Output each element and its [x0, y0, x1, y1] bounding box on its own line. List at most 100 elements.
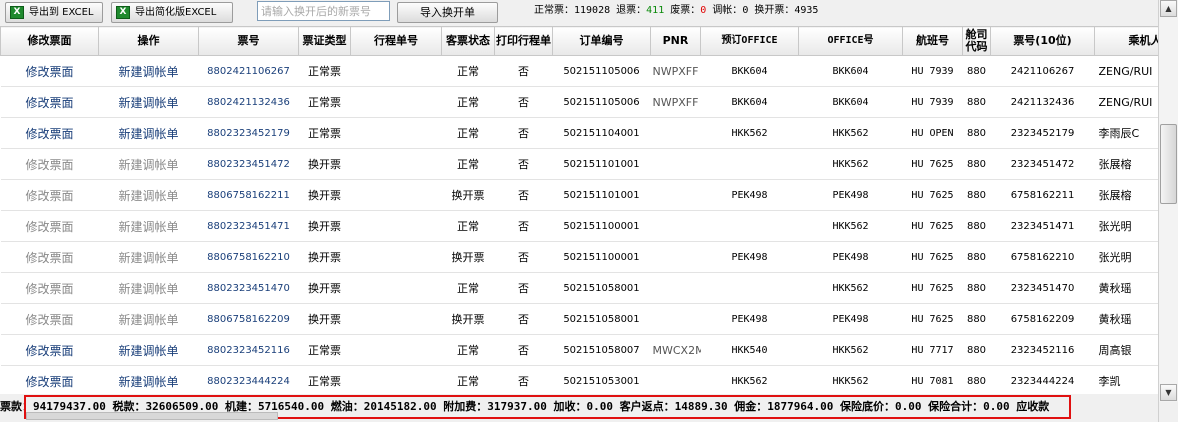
order-number-cell: 502151100001 [552, 210, 651, 242]
ticket-type-cell: 换开票 [298, 179, 351, 211]
booking-office-cell: HKK540 [700, 334, 799, 366]
ticket-number-cell[interactable]: 8802323452116 [198, 334, 299, 366]
table-row[interactable]: 修改票面 新建调帐单 8802421106267 正常票 正常否 502151105006… [0, 55, 1158, 87]
new-adjust-link[interactable]: 新建调帐单 [98, 179, 199, 211]
ticket-number-cell[interactable]: 8806758162210 [198, 241, 299, 273]
ticket-number-cell[interactable]: 8802323444224 [198, 365, 299, 394]
new-adjust-link[interactable]: 新建调帐单 [98, 272, 199, 304]
excel-icon: X [116, 6, 130, 19]
table-row[interactable]: 修改票面 新建调帐单 8802323451470 换开票 正常否 502151058001… [0, 272, 1158, 304]
scrollbar-corner [1159, 402, 1178, 422]
horizontal-scrollbar-thumb[interactable] [26, 412, 278, 420]
office-number-cell: HKK562 [798, 210, 903, 242]
carrier-code-cell: 880 [962, 117, 991, 149]
new-ticket-number-input[interactable] [257, 1, 390, 21]
import-exchange-button[interactable]: 导入换开单 [397, 2, 498, 23]
ticket-number-cell[interactable]: 8802421132436 [198, 86, 299, 118]
ticket-type-cell: 正常票 [298, 86, 351, 118]
booking-office-cell [700, 272, 799, 304]
ticket-status-cell: 正常 [441, 365, 495, 394]
flight-number-cell: HU 7081 [902, 365, 963, 394]
table-row[interactable]: 修改票面 新建调帐单 8806758162211 换开票 换开票否 50215110100… [0, 179, 1158, 211]
itinerary-number-cell [350, 334, 442, 366]
table-row[interactable]: 修改票面 新建调帐单 8806758162210 换开票 换开票否 50215110000… [0, 241, 1158, 273]
edit-ticket-link[interactable]: 修改票面 [0, 55, 99, 87]
order-number-cell: 502151105006 [552, 55, 651, 87]
pnr-cell: MWCX2M [650, 334, 701, 366]
new-adjust-link[interactable]: 新建调帐单 [98, 86, 199, 118]
table-row[interactable]: 修改票面 新建调帐单 8802323451472 换开票 正常否 502151101001… [0, 148, 1158, 180]
col-order-number[interactable]: 订单编号 [552, 26, 651, 56]
export-excel-label: 导出到 EXCEL [29, 7, 94, 18]
col-ticket-10-digit[interactable]: 票号(10位) [990, 26, 1095, 56]
edit-ticket-link[interactable]: 修改票面 [0, 117, 99, 149]
edit-ticket-link[interactable]: 修改票面 [0, 272, 99, 304]
new-adjust-link[interactable]: 新建调帐单 [98, 241, 199, 273]
passenger-cell: 张展榕 [1094, 179, 1158, 211]
export-simple-excel-button[interactable]: X 导出简化版EXCEL [111, 2, 233, 23]
ticket-number-cell[interactable]: 8802323451470 [198, 272, 299, 304]
stat-refund-label: 退票： [616, 5, 647, 16]
edit-ticket-link[interactable]: 修改票面 [0, 148, 99, 180]
col-itinerary-number[interactable]: 行程单号 [350, 26, 442, 56]
edit-ticket-link[interactable]: 修改票面 [0, 241, 99, 273]
col-pnr[interactable]: PNR [650, 26, 701, 56]
new-adjust-link[interactable]: 新建调帐单 [98, 117, 199, 149]
col-ticket-type[interactable]: 票证类型 [298, 26, 351, 56]
new-adjust-link[interactable]: 新建调帐单 [98, 148, 199, 180]
col-operation[interactable]: 操作 [98, 26, 199, 56]
vertical-scrollbar-thumb[interactable] [1160, 124, 1177, 204]
order-number-cell: 502151058001 [552, 272, 651, 304]
itinerary-number-cell [350, 241, 442, 273]
table-row[interactable]: 修改票面 新建调帐单 8806758162209 换开票 换开票否 50215105800… [0, 303, 1158, 335]
edit-ticket-link[interactable]: 修改票面 [0, 86, 99, 118]
ticket-number-cell[interactable]: 8806758162209 [198, 303, 299, 335]
col-ticket-number[interactable]: 票号 [198, 26, 299, 56]
table-row[interactable]: 修改票面 新建调帐单 8802323452179 正常票 正常否 502151104001… [0, 117, 1158, 149]
ticket-number-cell[interactable]: 8802421106267 [198, 55, 299, 87]
col-ticket-status[interactable]: 客票状态 [441, 26, 495, 56]
table-row[interactable]: 修改票面 新建调帐单 8802323452116 正常票 正常否 502151058007… [0, 334, 1158, 366]
ticket-number-cell[interactable]: 8802323451472 [198, 148, 299, 180]
new-adjust-link[interactable]: 新建调帐单 [98, 365, 199, 394]
vertical-scrollbar[interactable]: ▲ ▼ [1158, 0, 1178, 422]
edit-ticket-link[interactable]: 修改票面 [0, 179, 99, 211]
table-row[interactable]: 修改票面 新建调帐单 8802421132436 正常票 正常否 502151105006… [0, 86, 1158, 118]
passenger-cell: 黄秋瑶 [1094, 303, 1158, 335]
pnr-cell: NWPXFF [650, 55, 701, 87]
new-adjust-link[interactable]: 新建调帐单 [98, 55, 199, 87]
col-carrier-code[interactable]: 舱司代码 [962, 26, 991, 56]
edit-ticket-link[interactable]: 修改票面 [0, 303, 99, 335]
ticket-number-cell[interactable]: 8806758162211 [198, 179, 299, 211]
new-adjust-link[interactable]: 新建调帐单 [98, 210, 199, 242]
edit-ticket-link[interactable]: 修改票面 [0, 210, 99, 242]
ticket-10-digit-cell: 6758162210 [990, 241, 1095, 273]
edit-ticket-link[interactable]: 修改票面 [0, 334, 99, 366]
ticket-status-cell: 正常 [441, 55, 495, 87]
new-adjust-link[interactable]: 新建调帐单 [98, 334, 199, 366]
edit-ticket-link[interactable]: 修改票面 [0, 365, 99, 394]
scroll-up-arrow-icon[interactable]: ▲ [1160, 0, 1177, 17]
office-number-cell: BKK604 [798, 55, 903, 87]
col-office-number[interactable]: OFFICE号 [798, 26, 903, 56]
ticket-number-cell[interactable]: 8802323451471 [198, 210, 299, 242]
col-edit-ticket[interactable]: 修改票面 [0, 26, 99, 56]
itinerary-number-cell [350, 210, 442, 242]
col-print-itinerary[interactable]: 打印行程单 [494, 26, 553, 56]
passenger-cell: 张展榕 [1094, 148, 1158, 180]
office-number-cell: HKK562 [798, 148, 903, 180]
office-number-cell: HKK562 [798, 365, 903, 394]
export-excel-button[interactable]: X 导出到 EXCEL [5, 2, 103, 23]
col-passenger[interactable]: 乘机人 [1094, 26, 1158, 56]
flight-number-cell: HU 7717 [902, 334, 963, 366]
col-flight-number[interactable]: 航班号 [902, 26, 963, 56]
ticket-status-cell: 正常 [441, 117, 495, 149]
scroll-down-arrow-icon[interactable]: ▼ [1160, 384, 1177, 401]
new-adjust-link[interactable]: 新建调帐单 [98, 303, 199, 335]
col-booking-office[interactable]: 预订OFFICE [700, 26, 799, 56]
table-row[interactable]: 修改票面 新建调帐单 8802323451471 换开票 正常否 502151100001… [0, 210, 1158, 242]
ticket-number-cell[interactable]: 8802323452179 [198, 117, 299, 149]
table-row[interactable]: 修改票面 新建调帐单 8802323444224 正常票 正常否 502151053001… [0, 365, 1158, 394]
ticket-type-cell: 换开票 [298, 148, 351, 180]
order-number-cell: 502151053001 [552, 365, 651, 394]
